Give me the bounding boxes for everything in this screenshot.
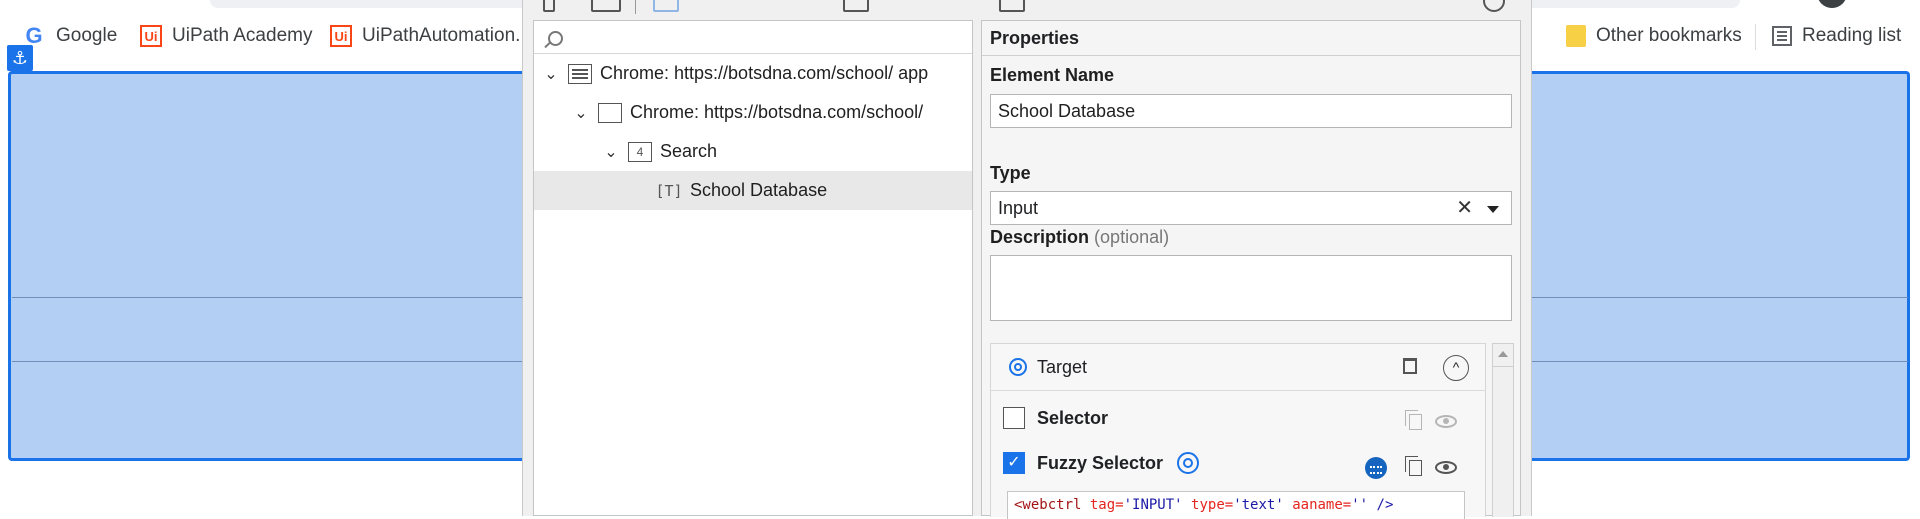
properties-scrollbar[interactable] [1492,343,1514,517]
add-screen-icon[interactable] [843,0,869,12]
target-label: Target [1037,356,1088,377]
tree-item-label: Search [660,141,718,161]
code-value: 'INPUT' [1123,497,1183,513]
description-label: Description (optional) [990,227,1169,248]
code-close: /> [1376,497,1394,513]
bookmark-uipath-academy[interactable]: Ui UiPath Academy [140,22,312,50]
selector-row: Selector [1003,407,1108,429]
copy-icon[interactable] [1405,456,1422,476]
properties-header: Properties [982,21,1520,56]
code-tag: <webctrl [1014,497,1082,513]
type-value: Input [998,198,1039,218]
anchor-icon[interactable]: ⚓ [7,45,33,71]
tree-item-label: Chrome: https://botsdna.com/school/ [630,102,924,122]
element-name-field[interactable]: School Database [990,94,1512,128]
target-header: Target ^ [991,344,1485,391]
tree-item-search[interactable]: ⌄ 4 Search [534,132,972,171]
optional-hint: (optional) [1094,227,1170,247]
bookmark-reading-list[interactable]: Reading list [1772,22,1901,50]
reading-list-icon [1772,26,1792,46]
copy-icon[interactable] [1405,410,1422,430]
target-section: Target ^ Selector ✓ Fuzzy Selector <webc… [990,343,1486,519]
uipath-icon: Ui [330,25,352,47]
tree-item-school-database[interactable]: [T] School Database [534,171,972,210]
chevron-down-icon[interactable] [1487,206,1499,213]
clear-icon[interactable]: ✕ [1456,192,1473,224]
target-icon [1009,358,1027,376]
selection-dialog: ⌄ Chrome: https://botsdna.com/school/ ap… [522,0,1532,519]
properties-panel: Properties Element Name School Database … [981,20,1521,519]
bookmark-label: UiPath Academy [172,25,313,46]
add-element-icon[interactable] [653,0,679,12]
tree-item-chrome-page[interactable]: ⌄ Chrome: https://botsdna.com/school/ [534,93,972,132]
dialog-toolbar [523,0,1531,16]
description-field[interactable] [990,255,1512,321]
code-attr: tag= [1089,497,1124,513]
container-icon: 4 [628,141,652,162]
bookmark-label: Google [56,25,118,46]
tree-search-box[interactable] [534,21,972,54]
table-icon[interactable] [591,0,621,12]
tree-item-label: School Database [690,180,828,200]
bookmark-uipath-automation[interactable]: Ui UiPathAutomation... [330,22,531,50]
chevron-down-icon[interactable]: ⌄ [574,103,588,123]
code-attr: type= [1191,497,1234,513]
code-value: '' [1351,497,1369,513]
eye-icon[interactable] [1435,461,1457,474]
type-dropdown[interactable]: Input ✕ [990,191,1512,225]
bookmark-label: Other bookmarks [1596,25,1742,46]
fuzzy-selector-label: Fuzzy Selector [1037,452,1164,473]
page-icon [598,102,622,123]
bookmark-other-bookmarks[interactable]: Other bookmarks [1566,22,1742,50]
search-icon [548,31,563,46]
fuzzy-selector-row: ✓ Fuzzy Selector [1003,452,1200,474]
gear-icon[interactable] [1483,0,1505,12]
scroll-up-icon[interactable] [1498,351,1508,357]
element-tree-panel: ⌄ Chrome: https://botsdna.com/school/ ap… [533,20,973,516]
toolbar-separator [635,0,636,14]
element-name-label: Element Name [990,65,1115,85]
uipath-icon: Ui [140,25,162,47]
pause-icon[interactable] [543,0,555,12]
chevron-down-icon[interactable]: ⌄ [544,64,558,84]
tree-item-label: Chrome: https://botsdna.com/school/ app [600,63,929,83]
fuzzy-selector-code[interactable]: <webctrl tag='INPUT' type='text' aaname=… [1007,491,1465,519]
strategy-icon[interactable] [1365,457,1387,479]
selector-checkbox[interactable] [1003,407,1025,429]
fuzzy-target-icon[interactable] [1177,452,1200,474]
scrollbar-divider [1493,366,1513,367]
add-app-icon[interactable] [999,0,1025,12]
text-input-icon: [T] [655,181,683,200]
trash-icon[interactable] [1403,358,1417,374]
chevron-down-icon[interactable]: ⌄ [604,142,618,162]
code-value: 'text' [1233,497,1284,513]
collapse-button[interactable]: ^ [1443,355,1469,381]
profile-avatar[interactable] [1817,0,1847,8]
code-attr: aaname= [1292,497,1352,513]
eye-icon[interactable] [1435,415,1457,428]
description-label-text: Description [990,227,1090,247]
bookmark-label: UiPathAutomation... [362,25,531,46]
type-label: Type [990,163,1031,183]
fuzzy-selector-checkbox[interactable]: ✓ [1003,452,1025,474]
selector-label: Selector [1037,407,1109,428]
bookmarks-divider [1755,24,1756,50]
bookmark-google[interactable]: G Google [22,22,117,50]
tree-item-chrome-app[interactable]: ⌄ Chrome: https://botsdna.com/school/ ap… [534,54,972,93]
folder-icon [1566,25,1586,47]
window-icon [568,63,592,84]
bookmark-label: Reading list [1802,25,1902,46]
